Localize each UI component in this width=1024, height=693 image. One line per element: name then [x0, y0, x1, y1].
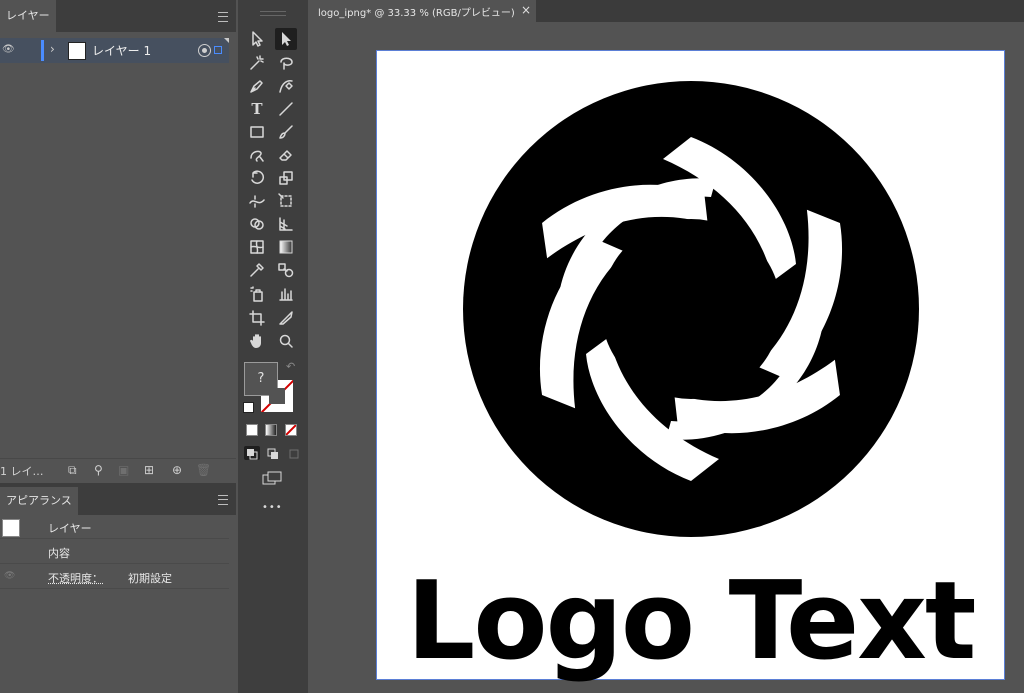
pen-tool-icon[interactable]: [246, 75, 268, 97]
appearance-panel-menu-icon[interactable]: [218, 495, 228, 505]
toolbar-grip[interactable]: [260, 11, 286, 16]
mesh-tool-icon[interactable]: [246, 236, 268, 258]
new-sublayer-icon[interactable]: ⊞: [144, 463, 154, 477]
scale-tool-icon[interactable]: [275, 167, 297, 189]
swap-fill-stroke-icon[interactable]: ↶: [286, 360, 295, 373]
left-panel-dock: レイヤー 👁 › レイヤー 1 1 レイ… ⧉ ⚲ ▣ ⊞ ⊕ 🗑 アピアランス…: [0, 0, 236, 693]
blend-tool-icon[interactable]: [275, 259, 297, 281]
draw-inside-icon[interactable]: [286, 446, 302, 460]
document-tab-title: logo_ipng* @ 33.33 % (RGB/プレビュー): [318, 8, 515, 19]
visibility-eye-icon[interactable]: 👁: [4, 571, 15, 581]
draw-behind-icon[interactable]: [265, 446, 281, 460]
visibility-eye-icon[interactable]: 👁: [2, 44, 15, 55]
layers-panel-tabbar: レイヤー: [0, 0, 236, 32]
layer-count: 1 レイ…: [0, 465, 44, 478]
line-segment-tool-icon[interactable]: [275, 98, 297, 120]
expand-chevron-icon[interactable]: ›: [50, 42, 55, 56]
eraser-tool-icon[interactable]: [275, 144, 297, 166]
new-layer-icon[interactable]: ⊕: [172, 463, 182, 477]
target-circle-icon[interactable]: [198, 44, 211, 57]
shaper-tool-icon[interactable]: [246, 144, 268, 166]
slice-tool-icon[interactable]: [275, 307, 297, 329]
selection-tool-icon[interactable]: [246, 28, 268, 50]
perspective-grid-tool-icon[interactable]: [275, 213, 297, 235]
lasso-tool-icon[interactable]: [275, 52, 297, 74]
draw-normal-icon[interactable]: [244, 446, 260, 460]
magic-wand-tool-icon[interactable]: [246, 52, 268, 74]
direct-selection-tool-icon[interactable]: [275, 28, 297, 50]
trash-icon[interactable]: 🗑: [196, 463, 211, 477]
edit-toolbar-more-icon[interactable]: •••: [262, 502, 283, 513]
free-transform-tool-icon[interactable]: [275, 190, 297, 212]
appearance-row-opacity[interactable]: 👁 不透明度： 初期設定: [0, 566, 229, 589]
shape-builder-tool-icon[interactable]: [246, 213, 268, 235]
gradient-mode-icon[interactable]: [265, 424, 277, 436]
layer-thumbnail: [68, 42, 86, 60]
layer-name[interactable]: レイヤー 1: [92, 42, 151, 59]
current-layer-corner-icon: [224, 38, 229, 43]
default-fill-stroke-icon[interactable]: [243, 402, 254, 413]
appearance-contents-label: 内容: [48, 547, 70, 560]
color-mode-icon[interactable]: [246, 424, 258, 436]
layer-swatch: [2, 519, 20, 537]
artboard[interactable]: Logo Text: [376, 50, 1005, 684]
appearance-row-layer[interactable]: レイヤー: [0, 516, 229, 539]
clipping-mask-icon[interactable]: ▣: [118, 463, 129, 477]
type-tool-icon[interactable]: T: [246, 98, 268, 120]
appearance-layer-label: レイヤー: [48, 522, 92, 535]
rotate-tool-icon[interactable]: [246, 167, 268, 189]
document-tabbar: logo_ipng* @ 33.33 % (RGB/プレビュー) ×: [310, 0, 1024, 22]
export-icon[interactable]: ⧉: [68, 463, 77, 478]
logo-text[interactable]: Logo Text: [377, 559, 1004, 684]
layers-panel-footer: 1 レイ… ⧉ ⚲ ▣ ⊞ ⊕ 🗑: [0, 458, 236, 483]
layer-row[interactable]: 👁 › レイヤー 1: [0, 38, 229, 63]
opacity-label[interactable]: 不透明度：: [48, 570, 103, 586]
document-tab[interactable]: logo_ipng* @ 33.33 % (RGB/プレビュー) ×: [310, 0, 536, 22]
search-icon[interactable]: ⚲: [94, 463, 103, 477]
tab-layers[interactable]: レイヤー: [0, 0, 56, 32]
appearance-row-contents[interactable]: 内容: [0, 541, 229, 564]
zoom-tool-icon[interactable]: [275, 330, 297, 352]
screen-mode-icon[interactable]: [261, 470, 283, 486]
tab-appearance[interactable]: アピアランス: [0, 487, 78, 515]
layer-color-bar: [41, 40, 44, 61]
eyedropper-tool-icon[interactable]: [246, 259, 268, 281]
width-tool-icon[interactable]: [246, 190, 268, 212]
none-mode-icon[interactable]: [285, 424, 297, 436]
rectangle-tool-icon[interactable]: [246, 121, 268, 143]
appearance-panel-tabbar: アピアランス: [0, 483, 236, 515]
paintbrush-tool-icon[interactable]: [275, 121, 297, 143]
opacity-value: 初期設定: [128, 572, 172, 585]
hand-tool-icon[interactable]: [246, 330, 268, 352]
layers-panel-menu-icon[interactable]: [218, 12, 228, 22]
artboard-tool-icon[interactable]: [246, 307, 268, 329]
close-icon[interactable]: ×: [521, 3, 531, 17]
curvature-tool-icon[interactable]: [275, 75, 297, 97]
column-graph-tool-icon[interactable]: [275, 283, 297, 305]
gradient-tool-icon[interactable]: [275, 236, 297, 258]
symbol-sprayer-tool-icon[interactable]: [246, 283, 268, 305]
selection-indicator-icon[interactable]: [214, 46, 222, 54]
